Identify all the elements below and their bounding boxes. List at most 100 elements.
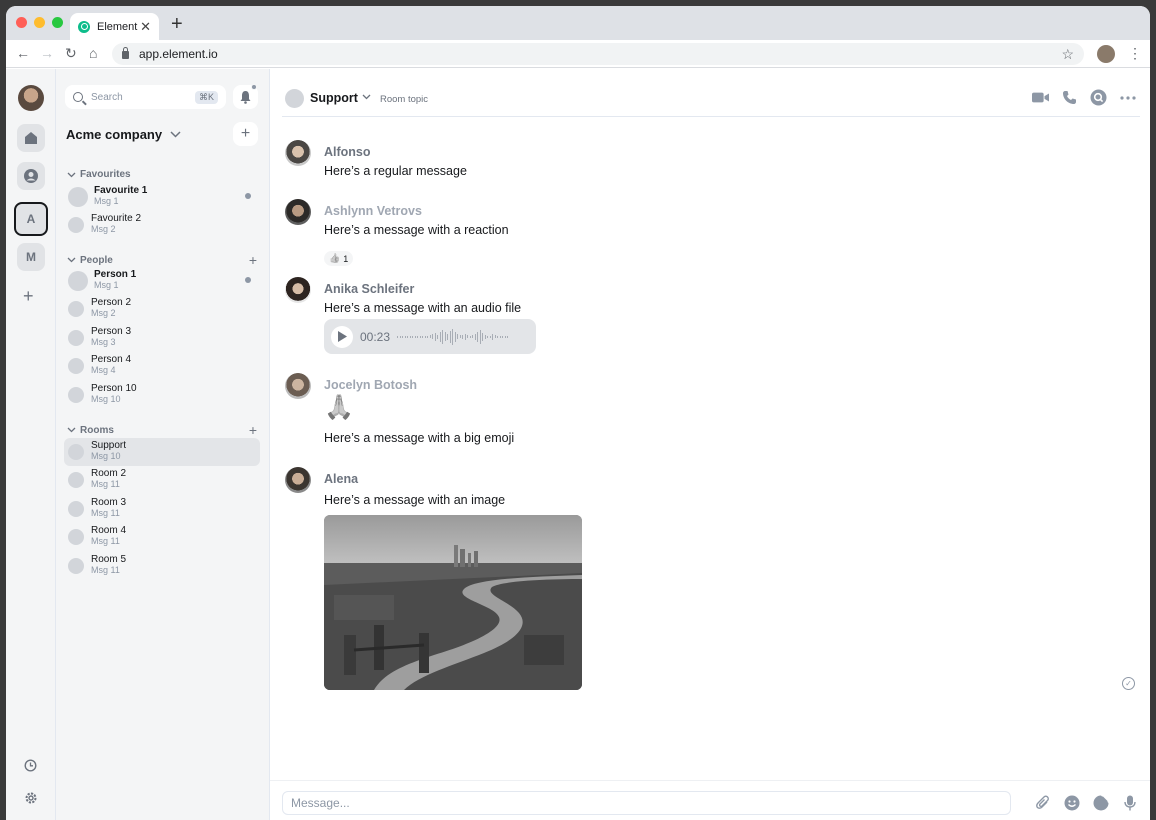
room-name: Person 3 — [91, 326, 132, 337]
sender-name[interactable]: Alena — [324, 472, 358, 486]
home-space-button[interactable] — [17, 124, 45, 152]
message-composer-input[interactable]: Message... — [282, 791, 1011, 815]
emoji-icon[interactable] — [1063, 794, 1080, 811]
room-item-person-1[interactable]: Person 1 Msg 1 — [64, 267, 260, 295]
room-item-person-3[interactable]: Person 3 Msg 3 — [64, 324, 260, 352]
room-item-favourite-2[interactable]: Favourite 2 Msg 2 — [64, 211, 260, 239]
room-item-person-4[interactable]: Person 4 Msg 4 — [64, 352, 260, 380]
add-person-button[interactable]: + — [249, 252, 257, 268]
room-info-icon[interactable] — [1090, 89, 1107, 106]
unread-dot — [245, 193, 251, 199]
home-icon[interactable]: ⌂ — [89, 45, 97, 61]
video-call-icon[interactable] — [1032, 89, 1049, 106]
room-avatar — [68, 271, 88, 291]
waveform-bar — [419, 335, 421, 338]
space-name-menu[interactable]: Acme company — [66, 127, 181, 142]
add-room-button[interactable]: + — [249, 422, 257, 438]
waveform-bar — [474, 333, 476, 340]
room-list-panel: Search ⌘K Acme company + Favourites Favo… — [56, 69, 270, 820]
section-label: Rooms — [80, 424, 114, 436]
chevron-down-icon[interactable] — [362, 92, 371, 103]
waveform-bar — [414, 335, 416, 338]
element-app: A M + Search ⌘K Acme company + Favourite… — [6, 69, 1150, 820]
room-avatar — [68, 472, 84, 488]
search-placeholder: Search — [91, 91, 123, 103]
minimize-window-button[interactable] — [34, 17, 45, 28]
sender-name[interactable]: Jocelyn Botosh — [324, 378, 417, 392]
thumbs-up-icon: 👍 — [329, 253, 341, 263]
room-title[interactable]: Support — [310, 91, 358, 105]
waveform-bar — [447, 333, 449, 340]
user-avatar[interactable] — [18, 85, 44, 111]
section-label: People — [80, 254, 113, 266]
waveform-bar — [457, 334, 459, 339]
waveform-bar — [452, 328, 454, 345]
settings-gear-icon[interactable] — [24, 791, 38, 808]
add-space-button[interactable]: + — [23, 286, 34, 307]
room-item-person-2[interactable]: Person 2 Msg 2 — [64, 295, 260, 323]
space-button-m[interactable]: M — [17, 243, 45, 271]
room-item-favourite-1[interactable]: Favourite 1 Msg 1 — [64, 183, 260, 211]
room-name: Favourite 2 — [91, 213, 142, 224]
voice-call-icon[interactable] — [1061, 89, 1078, 106]
read-receipt-icon[interactable]: ✓ — [1122, 677, 1135, 690]
sender-avatar[interactable] — [285, 277, 311, 303]
reload-icon[interactable]: ↻ — [65, 45, 77, 61]
bookmark-star-icon[interactable]: ☆ — [1061, 46, 1074, 63]
room-item-person-10[interactable]: Person 10 Msg 10 — [64, 381, 260, 409]
audio-waveform[interactable] — [397, 326, 509, 348]
waveform-bar — [439, 331, 441, 342]
composer-placeholder: Message... — [291, 796, 350, 810]
sender-name[interactable]: Ashlynn Vetrovs — [324, 204, 422, 218]
room-avatar[interactable] — [285, 89, 304, 108]
attachment-paperclip-icon[interactable] — [1034, 794, 1051, 811]
new-tab-button[interactable]: + — [171, 14, 183, 34]
browser-menu-icon[interactable]: ⋮ — [1128, 45, 1142, 61]
lock-icon — [122, 47, 129, 59]
room-item-room-3[interactable]: Room 3 Msg 11 — [64, 495, 260, 523]
room-topic[interactable]: Room topic — [380, 94, 428, 105]
sender-avatar[interactable] — [285, 467, 311, 493]
reaction-pill[interactable]: 👍 1 — [324, 251, 354, 266]
search-input[interactable]: Search ⌘K — [65, 85, 226, 109]
back-arrow-icon[interactable]: ← — [16, 45, 30, 61]
room-item-room-5[interactable]: Room 5 Msg 11 — [64, 552, 260, 580]
maximize-window-button[interactable] — [52, 17, 63, 28]
sender-avatar[interactable] — [285, 140, 311, 166]
browser-tab[interactable]: Element ✕ — [70, 13, 159, 40]
room-item-room-2[interactable]: Room 2 Msg 11 — [64, 466, 260, 494]
space-button-a[interactable]: A — [14, 202, 48, 236]
browser-profile-avatar[interactable] — [1097, 45, 1115, 63]
favourites-section-header[interactable]: Favourites — [67, 169, 257, 180]
people-space-button[interactable] — [17, 162, 45, 190]
sender-avatar[interactable] — [285, 373, 311, 399]
close-window-button[interactable] — [16, 17, 27, 28]
notifications-button[interactable] — [233, 84, 258, 109]
address-bar[interactable]: app.element.io ☆ — [112, 43, 1084, 65]
home-icon — [25, 132, 37, 144]
people-section-header[interactable]: People + — [67, 252, 257, 268]
person-icon — [24, 169, 38, 183]
sender-name[interactable]: Alfonso — [324, 145, 371, 159]
microphone-icon[interactable] — [1121, 794, 1138, 811]
room-last-message: Msg 2 — [91, 308, 116, 318]
sender-name[interactable]: Anika Schleifer — [324, 282, 414, 296]
more-options-icon[interactable] — [1119, 89, 1136, 106]
waveform-bar — [454, 331, 456, 342]
rooms-section-header[interactable]: Rooms + — [67, 422, 257, 438]
waveform-bar — [494, 335, 496, 338]
room-name: Room 4 — [91, 525, 127, 536]
sender-avatar[interactable] — [285, 199, 311, 225]
search-shortcut-badge: ⌘K — [194, 90, 218, 104]
message-image[interactable] — [324, 515, 582, 690]
room-avatar — [68, 358, 84, 374]
room-item-room-4[interactable]: Room 4 Msg 11 — [64, 523, 260, 551]
play-button[interactable] — [331, 325, 353, 348]
clock-icon[interactable] — [24, 759, 37, 775]
sticker-icon[interactable] — [1092, 794, 1109, 811]
room-item-support[interactable]: Support Msg 10 — [64, 438, 260, 466]
space-add-button[interactable]: + — [233, 122, 258, 146]
forward-arrow-icon[interactable]: → — [40, 45, 54, 61]
tab-close-icon[interactable]: ✕ — [140, 19, 151, 35]
waveform-bar — [464, 333, 466, 340]
